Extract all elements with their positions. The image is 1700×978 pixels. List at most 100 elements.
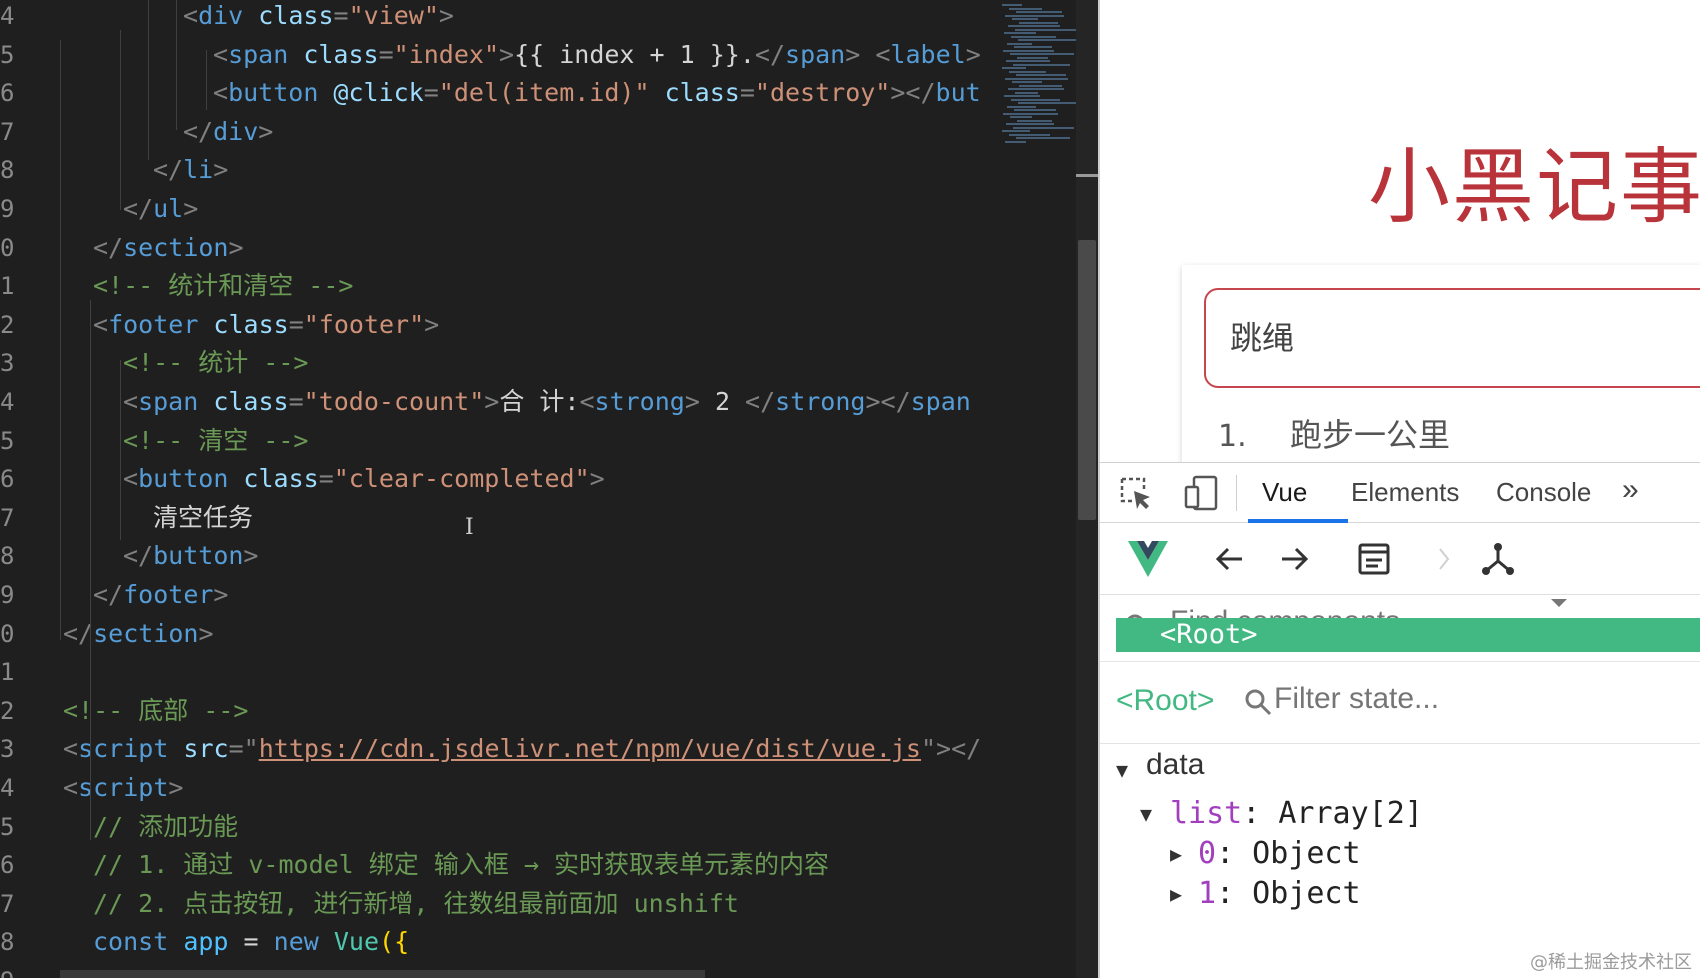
more-tabs-icon[interactable]: » xyxy=(1622,473,1639,507)
components-icon[interactable] xyxy=(1352,537,1396,581)
code-token: > xyxy=(258,116,274,146)
code-token: "destroy" xyxy=(754,78,891,108)
code-line[interactable]: </button> xyxy=(123,537,258,575)
code-token: </ xyxy=(754,39,786,69)
code-token: ({ xyxy=(379,927,410,957)
collapse-triangle-icon[interactable]: ▼ xyxy=(1116,758,1128,782)
code-token: > xyxy=(213,155,229,185)
expand-triangle-icon[interactable]: ▶ xyxy=(1170,842,1182,866)
code-line[interactable]: 清空任务 xyxy=(153,499,253,537)
code-line[interactable]: const app = new Vue({ xyxy=(93,923,409,961)
horizontal-scrollbar-thumb[interactable] xyxy=(60,970,705,978)
code-line[interactable]: <script> xyxy=(63,769,183,807)
todo-input-field[interactable]: 跳绳 xyxy=(1204,288,1700,388)
code-line[interactable]: <span class="index">{{ index + 1 }}.</sp… xyxy=(213,36,981,74)
code-line[interactable]: <script src="https://cdn.jsdelivr.net/np… xyxy=(63,730,981,768)
code-line[interactable]: <!-- 统计和清空 --> xyxy=(93,267,353,305)
code-token: > xyxy=(183,194,199,223)
state-section-data[interactable]: data xyxy=(1146,748,1204,782)
component-tree-icon[interactable] xyxy=(1476,537,1520,581)
indent-guide xyxy=(206,50,207,110)
minimap-line xyxy=(1002,4,1022,6)
code-token: script xyxy=(78,773,169,802)
code-line[interactable]: // 2. 点击按钮, 进行新增, 往数组最前面加 unshift xyxy=(93,885,739,923)
code-line[interactable]: </ul> xyxy=(123,190,198,228)
minimap[interactable] xyxy=(998,0,1080,160)
minimap-line xyxy=(1003,112,1058,115)
filter-search-icon xyxy=(1245,689,1272,716)
code-line[interactable]: </li> xyxy=(153,151,228,189)
code-token: script xyxy=(78,734,169,764)
code-token: label xyxy=(890,39,966,69)
chevron-down-icon[interactable] xyxy=(1545,595,1573,613)
code-line[interactable]: // 添加功能 xyxy=(93,808,238,846)
code-line[interactable]: <footer class="footer"> xyxy=(93,306,439,344)
code-editor[interactable]: 45678901234567890123456789 <div class="v… xyxy=(0,0,1098,978)
code-area[interactable]: <div class="view"> <span class="index">{{… xyxy=(0,0,1000,978)
state-key: 0 xyxy=(1198,836,1217,871)
indent-guide xyxy=(176,0,177,130)
code-token: < xyxy=(63,773,79,802)
code-token: < xyxy=(579,387,595,416)
code-token: < xyxy=(93,309,109,339)
code-line[interactable]: <!-- 统计 --> xyxy=(123,344,308,382)
code-line[interactable]: // 1. 通过 v-model 绑定 输入框 → 实时获取表单元素的内容 xyxy=(93,846,829,884)
todo-list-item[interactable]: 1. 跑步一公里 xyxy=(1218,410,1450,456)
tab-elements[interactable]: Elements xyxy=(1351,477,1459,508)
minimap-line xyxy=(1013,63,1070,66)
code-token: > xyxy=(168,773,184,802)
code-line[interactable]: </footer> xyxy=(93,576,228,614)
minimap-line xyxy=(1007,42,1032,45)
code-token: 合 计: xyxy=(499,387,580,416)
code-token: > xyxy=(499,39,515,69)
state-key: 1 xyxy=(1198,876,1217,911)
code-token: < xyxy=(123,464,139,494)
inspect-element-icon[interactable] xyxy=(1116,473,1156,513)
code-token: = xyxy=(739,78,755,108)
minimap-line xyxy=(1009,70,1046,73)
back-arrow-icon[interactable] xyxy=(1208,537,1252,581)
watermark: @稀土掘金技术社区 xyxy=(1530,952,1692,973)
expand-triangle-icon[interactable]: ▶ xyxy=(1170,882,1182,906)
code-token: = xyxy=(288,387,304,416)
device-toolbar-icon[interactable] xyxy=(1182,473,1222,513)
code-token: > xyxy=(438,1,454,30)
code-line[interactable]: <button @click="del(item.id)" class="des… xyxy=(213,74,981,112)
code-line[interactable]: <div class="view"> xyxy=(183,0,454,35)
minimap-line xyxy=(1019,21,1058,24)
root-component-label: <Root> xyxy=(1160,619,1258,650)
forward-arrow-icon[interactable] xyxy=(1272,537,1316,581)
tab-console[interactable]: Console xyxy=(1496,477,1591,508)
filter-state-input[interactable] xyxy=(1274,682,1574,716)
code-line[interactable]: </div> xyxy=(183,113,273,151)
code-token: "footer" xyxy=(303,309,425,339)
collapse-triangle-icon[interactable]: ▼ xyxy=(1140,802,1152,826)
indent-guide xyxy=(120,30,121,210)
minimap-line xyxy=(1002,130,1030,132)
code-line[interactable]: </section> xyxy=(93,229,244,267)
state-entry-list[interactable]: list: Array[2] xyxy=(1170,796,1423,831)
code-line[interactable]: </section> xyxy=(63,615,214,653)
minimap-line xyxy=(1017,56,1048,59)
state-entry-item[interactable]: 1: Object xyxy=(1198,876,1361,911)
code-token: ul xyxy=(153,194,184,223)
state-key: list xyxy=(1170,796,1243,831)
vertical-scrollbar-thumb[interactable] xyxy=(1078,240,1096,520)
state-entry-item[interactable]: 0: Object xyxy=(1198,836,1361,871)
code-token: li xyxy=(183,155,214,185)
code-token: ></ xyxy=(890,78,936,108)
minimap-line xyxy=(1005,140,1026,143)
root-component-row[interactable]: <Root> xyxy=(1116,618,1700,652)
code-token: div xyxy=(198,1,244,30)
code-line[interactable]: <!-- 清空 --> xyxy=(123,422,308,460)
code-token: > xyxy=(589,464,605,494)
code-token: < xyxy=(213,78,229,108)
code-token: button xyxy=(153,541,244,571)
minimap-line xyxy=(1016,74,1066,76)
code-line[interactable]: <button class="clear-completed"> xyxy=(123,460,605,498)
code-token: class xyxy=(288,39,379,69)
indent-guide xyxy=(148,0,149,160)
code-line[interactable]: <span class="todo-count">合 计:<strong> 2 … xyxy=(123,383,971,421)
tab-vue[interactable]: Vue xyxy=(1262,477,1307,508)
